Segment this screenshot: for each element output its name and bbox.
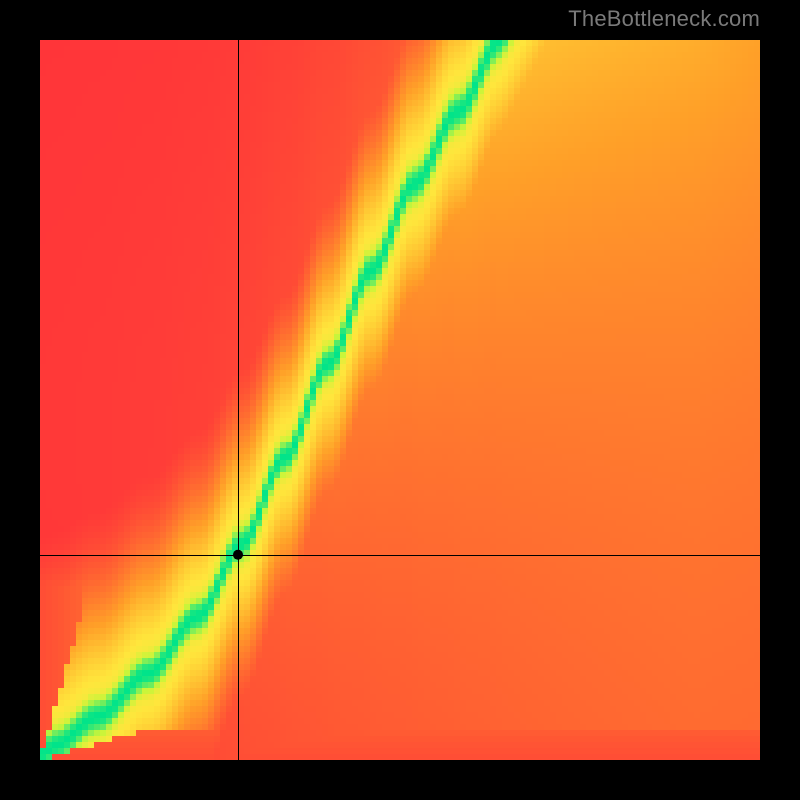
chart-frame: TheBottleneck.com: [0, 0, 800, 800]
watermark-label: TheBottleneck.com: [568, 6, 760, 32]
bottleneck-heatmap: [40, 40, 760, 760]
